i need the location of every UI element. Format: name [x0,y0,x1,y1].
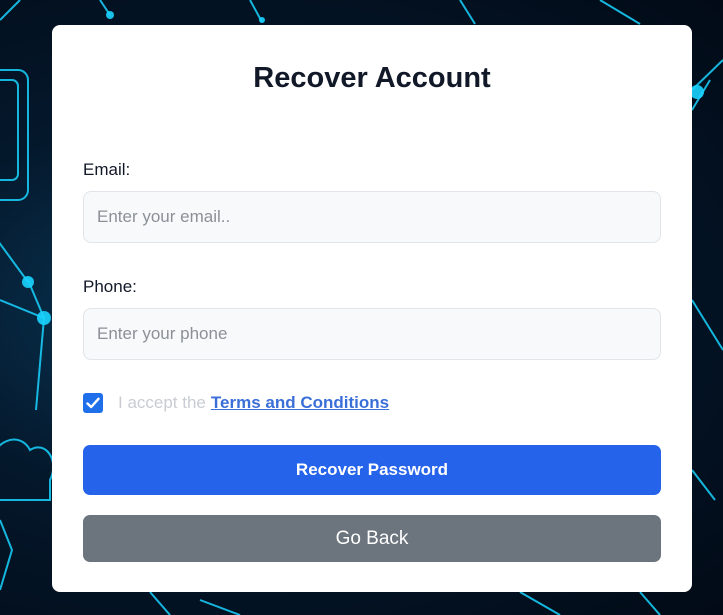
go-back-button[interactable]: Go Back [83,515,661,562]
recover-password-button[interactable]: Recover Password [83,445,661,495]
terms-checkbox[interactable] [83,393,103,413]
page-title: Recover Account [253,62,491,94]
terms-and-conditions-link[interactable]: Terms and Conditions [211,393,389,413]
checkmark-icon [86,397,100,409]
phone-label: Phone: [83,277,137,296]
terms-prefix-text: I accept the [118,393,206,412]
email-label: Email: [83,160,131,179]
recover-account-card: Recover Account Email: Phone: I accept t… [52,25,692,592]
phone-input[interactable] [83,308,661,360]
terms-row: I accept the Terms and Conditions [83,393,389,413]
email-input[interactable] [83,191,661,243]
